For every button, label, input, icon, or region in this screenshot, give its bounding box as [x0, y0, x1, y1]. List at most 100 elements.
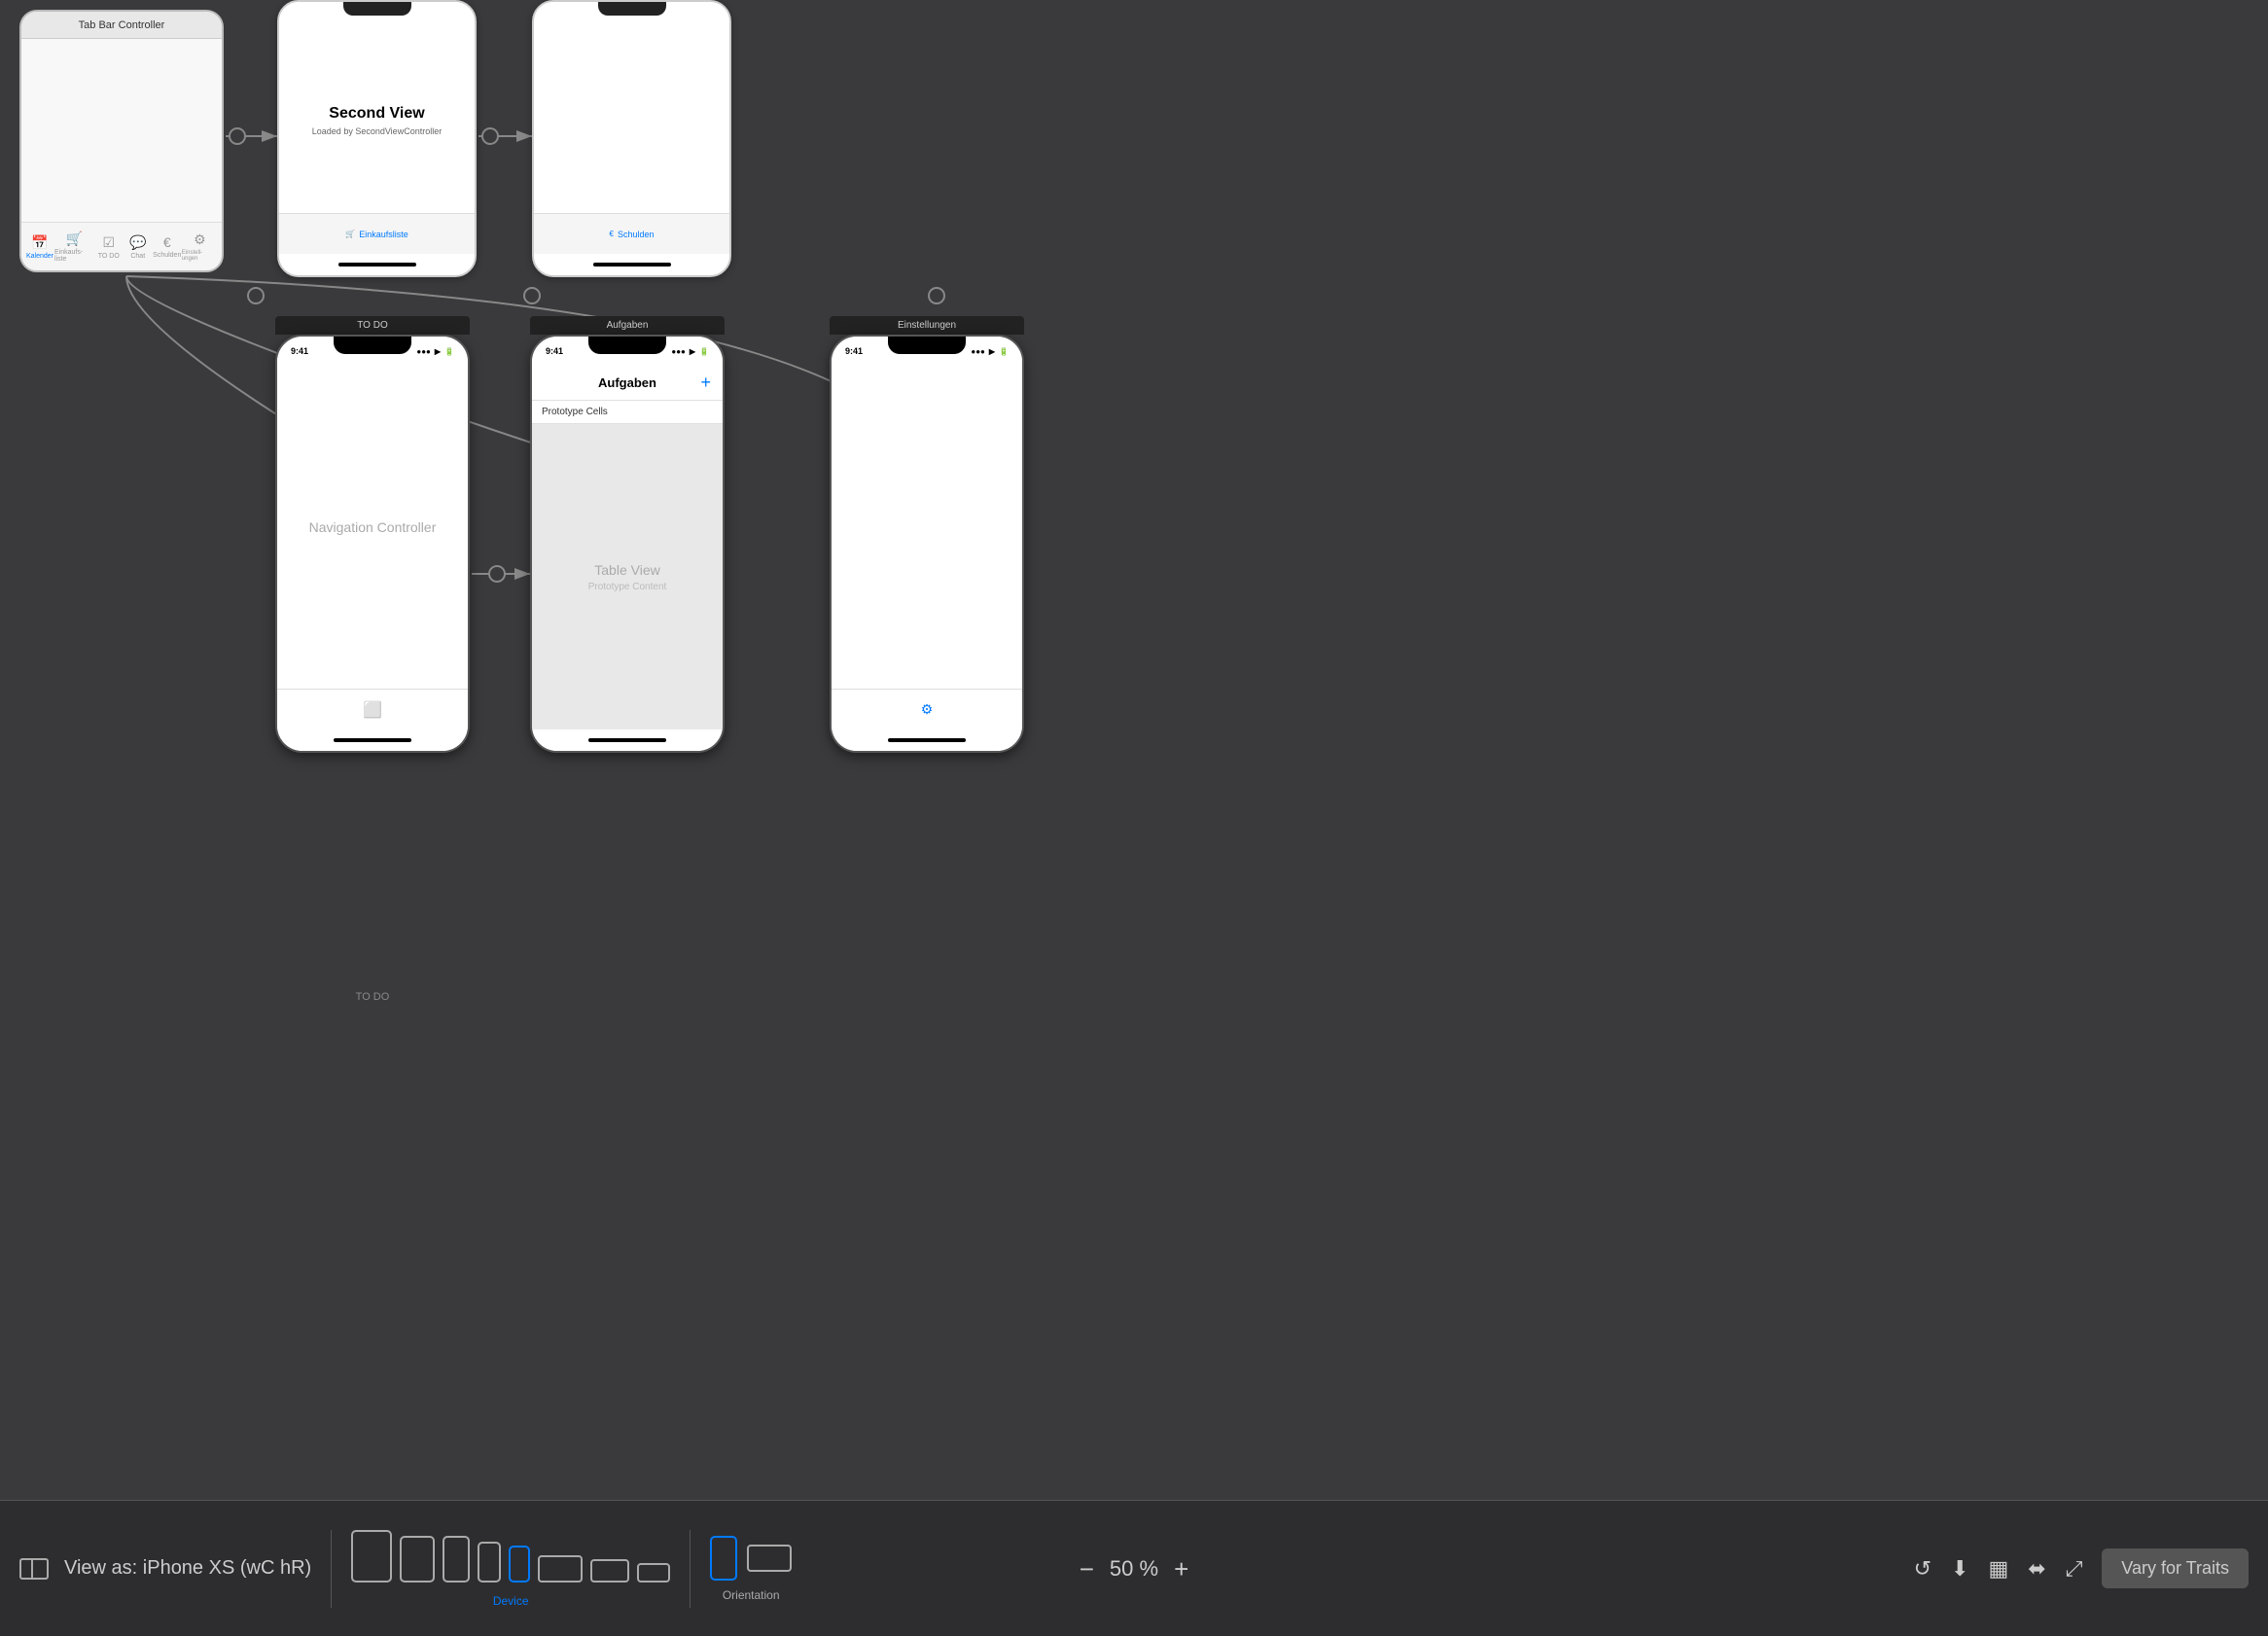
tab-todo[interactable]: ☑ TO DO	[94, 234, 124, 260]
toolbar-divider-2	[690, 1530, 691, 1608]
third-view-phone: € Schulden	[532, 0, 731, 277]
nav-body-content: Navigation Controller	[277, 366, 468, 689]
todo-canvas-label: TO DO	[275, 987, 470, 1005]
einstellungen-section-header: Einstellungen	[830, 316, 1024, 335]
vary-for-traits-button[interactable]: Vary for Traits	[2102, 1548, 2249, 1588]
aufgaben-table-area: Table View Prototype Content	[532, 424, 723, 729]
second-tab-bottom: 🛒 Einkaufsliste	[279, 213, 475, 254]
download-button[interactable]: ⬇	[1951, 1556, 1968, 1582]
aufgaben-phone: 9:41 ●●● ▶ 🔋 Aufgaben + Prototype Cells …	[530, 335, 725, 753]
second-notch	[343, 2, 411, 16]
aufgaben-view-node: Aufgaben 9:41 ●●● ▶ 🔋 Aufgaben + Prototy…	[530, 316, 725, 753]
settings-icon: ⚙	[194, 231, 206, 248]
zoom-out-button[interactable]: −	[1080, 1556, 1094, 1582]
device-iphone-large[interactable]	[443, 1536, 470, 1583]
zoom-controls: − 50 % +	[1080, 1556, 1189, 1582]
aufgaben-section-header: Aufgaben	[530, 316, 725, 335]
nav-notch	[334, 337, 411, 354]
device-icons-section: Device	[351, 1530, 670, 1608]
third-view-content	[534, 27, 729, 213]
third-home-bar	[593, 263, 671, 267]
aufgaben-status-right: ●●● ▶ 🔋	[671, 347, 709, 356]
aufgaben-home-indicator	[532, 729, 723, 751]
orientation-section: Orientation	[710, 1536, 792, 1602]
orientation-portrait[interactable]	[710, 1536, 737, 1581]
device-iphone-small[interactable]	[509, 1546, 530, 1583]
orientation-landscape[interactable]	[747, 1545, 792, 1572]
nav-bottom-tab: ⬜	[277, 689, 468, 729]
device-iphone-landscape-large[interactable]	[538, 1555, 583, 1583]
tab-chat[interactable]: 💬 Chat	[124, 234, 153, 260]
second-home-bar	[338, 263, 416, 267]
third-notch	[598, 2, 666, 16]
device-iphone-landscape-small[interactable]	[637, 1563, 670, 1583]
prototype-cells-label: Prototype Cells	[532, 401, 723, 424]
aufgaben-notch	[588, 337, 666, 354]
einstellungen-phone: 9:41 ●●● ▶ 🔋 ⚙	[830, 335, 1024, 753]
nav-tab-icon: ⬜	[363, 700, 382, 720]
device-iphone-medium[interactable]	[478, 1542, 501, 1583]
nav-status-bar: 9:41 ●●● ▶ 🔋	[277, 337, 468, 366]
toolbar-right-section: ↺ ⬇ ▦ ⬌ ⤢ Vary for Traits	[1914, 1548, 2249, 1588]
tab-kalender[interactable]: 📅 Kalender	[25, 234, 54, 260]
nav-placeholder: Navigation Controller	[309, 519, 437, 535]
device-iphone-landscape-medium[interactable]	[590, 1559, 629, 1583]
einstellungen-bottom-icon: ⚙	[921, 701, 934, 718]
tab-bar-title: Tab Bar Controller	[21, 12, 222, 39]
einstellungen-status-right: ●●● ▶ 🔋	[971, 347, 1009, 356]
schulden-tab-label: Schulden	[618, 230, 655, 239]
todo-icon: ☑	[102, 234, 115, 251]
tab-schulden[interactable]: € Schulden	[153, 234, 182, 259]
second-view-content: Second View Loaded by SecondViewControll…	[279, 27, 475, 213]
aufgaben-home-bar	[588, 738, 666, 742]
todo-section-header: TO DO	[275, 316, 470, 335]
einstellungen-time: 9:41	[845, 346, 863, 356]
aufgaben-nav-title: Aufgaben	[598, 375, 656, 390]
bottom-toolbar: View as: iPhone XS (wC hR)	[0, 1500, 2268, 1636]
device-icons-row	[351, 1530, 670, 1590]
tab-einstellungen[interactable]: ⚙ Einstell-ungen	[182, 231, 218, 262]
nav-status-right: ●●● ▶ 🔋	[416, 347, 454, 356]
einkauf-tab-icon: 🛒	[345, 230, 355, 238]
tab-bar-controller-phone: Tab Bar Controller 📅 Kalender 🛒 Einkaufs…	[19, 10, 224, 272]
scale-button[interactable]: ⤢	[2066, 1556, 2083, 1582]
device-ipad-large[interactable]	[351, 1530, 392, 1583]
einstellungen-status-bar: 9:41 ●●● ▶ 🔋	[832, 337, 1022, 366]
view-as-label: View as: iPhone XS (wC hR)	[64, 1557, 311, 1580]
third-view-node: € Schulden	[532, 0, 731, 277]
orientation-label: Orientation	[723, 1588, 780, 1602]
einstellungen-bottom-tab: ⚙	[832, 689, 1022, 729]
einstellungen-body	[832, 366, 1022, 689]
expand-button[interactable]: ⬌	[2028, 1556, 2045, 1582]
einstellungen-home-indicator	[832, 729, 1022, 751]
zoom-in-button[interactable]: +	[1174, 1556, 1188, 1582]
aufgaben-time: 9:41	[546, 346, 563, 356]
sidebar-toggle-icon[interactable]	[19, 1558, 49, 1580]
nav-controller-phone: 9:41 ●●● ▶ 🔋 Navigation Controller ⬜	[275, 335, 470, 753]
toolbar-divider-1	[331, 1530, 332, 1608]
table-view-label: Table View	[594, 562, 659, 578]
tab-bar-items: 📅 Kalender 🛒 Einkaufs-liste ☑ TO DO 💬 Ch…	[21, 222, 222, 270]
second-notch-bar	[279, 2, 475, 27]
einstellungen-home-bar	[888, 738, 966, 742]
tab-bar-controller-node: Tab Bar Controller 📅 Kalender 🛒 Einkaufs…	[19, 10, 224, 272]
aufgaben-nav-bar: Aufgaben +	[532, 366, 723, 401]
second-view-node: Second View Loaded by SecondViewControll…	[277, 0, 477, 277]
third-notch-bar	[534, 2, 729, 27]
aufgaben-status-bar: 9:41 ●●● ▶ 🔋	[532, 337, 723, 366]
third-home-indicator	[534, 254, 729, 275]
second-view-phone: Second View Loaded by SecondViewControll…	[277, 0, 477, 277]
tab-bar-content	[21, 39, 222, 222]
device-ipad-medium[interactable]	[400, 1536, 435, 1583]
aufgaben-add-button[interactable]: +	[700, 373, 711, 393]
second-view-subtitle: Loaded by SecondViewController	[312, 126, 442, 136]
second-view-title: Second View	[329, 105, 424, 123]
refresh-button[interactable]: ↺	[1914, 1556, 1931, 1582]
navigation-controller-node: TO DO 9:41 ●●● ▶ 🔋 Navigation Controller…	[275, 316, 470, 753]
toolbar-left-section: View as: iPhone XS (wC hR)	[19, 1557, 311, 1580]
nav-home-indicator	[277, 729, 468, 751]
schulden-icon: €	[163, 234, 171, 250]
tab-einkaufsliste[interactable]: 🛒 Einkaufs-liste	[54, 231, 94, 263]
third-tab-bottom: € Schulden	[534, 213, 729, 254]
sidebar-right-button[interactable]: ▦	[1988, 1556, 2008, 1582]
